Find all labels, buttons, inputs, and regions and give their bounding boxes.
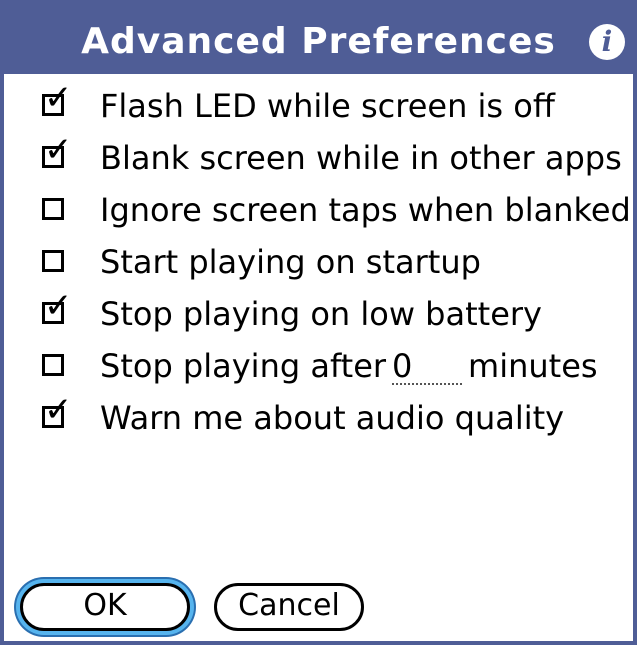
option-label-before: Stop playing after xyxy=(100,347,387,385)
checkmark-icon: ✓ xyxy=(44,78,73,118)
checkbox[interactable]: ✓ xyxy=(42,354,64,376)
checkbox[interactable]: ✓ xyxy=(42,250,64,272)
option-label: Ignore screen taps when blanked xyxy=(100,191,631,229)
checkbox[interactable]: ✓ xyxy=(42,133,73,168)
option-label: Blank screen while in other apps xyxy=(100,139,622,177)
cancel-button[interactable]: Cancel xyxy=(214,583,364,631)
checkmark-icon: ✓ xyxy=(44,130,73,170)
checkbox[interactable]: ✓ xyxy=(42,198,64,220)
option-label: Stop playing on low battery xyxy=(100,295,542,333)
checkmark-icon: ✓ xyxy=(44,390,73,430)
advanced-preferences-dialog: Advanced Preferences i ✓ Flash LED while… xyxy=(0,0,637,645)
option-label: Flash LED while screen is off xyxy=(100,87,555,125)
checkbox[interactable]: ✓ xyxy=(42,81,73,116)
checkbox[interactable]: ✓ xyxy=(42,289,73,324)
info-icon[interactable]: i xyxy=(589,24,625,60)
dialog-title: Advanced Preferences xyxy=(81,21,556,62)
ok-button[interactable]: OK xyxy=(20,583,190,631)
checkmark-icon: ✓ xyxy=(44,286,73,326)
option-label-after: minutes xyxy=(468,347,598,385)
checkbox[interactable]: ✓ xyxy=(42,393,73,428)
title-bar: Advanced Preferences i xyxy=(4,8,633,74)
option-label: Start playing on startup xyxy=(100,243,481,281)
option-label: Warn me about audio quality xyxy=(100,399,565,437)
option-label: Stop playing after 0 minutes xyxy=(100,346,598,386)
minutes-input[interactable]: 0 xyxy=(392,349,463,385)
